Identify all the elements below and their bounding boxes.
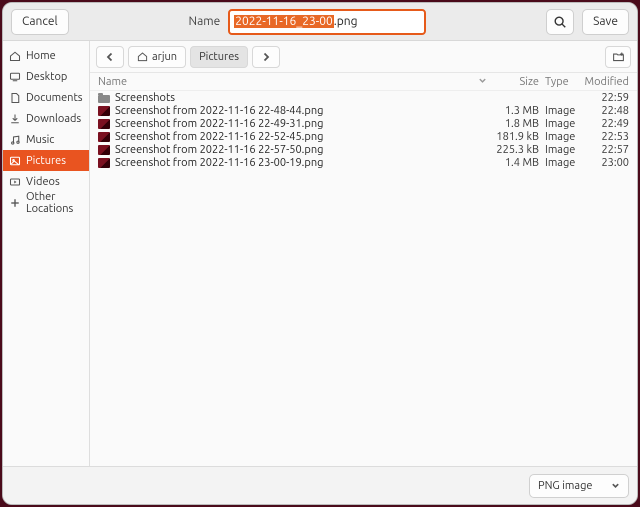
column-header-type[interactable]: Type	[539, 76, 581, 88]
save-dialog: Cancel Name 2022-11-16_23-00.png Save Ho…	[2, 2, 638, 505]
file-row[interactable]: Screenshot from 2022-11-16 22-57-50.png 2…	[90, 143, 637, 156]
file-type: Image	[539, 144, 581, 156]
content-pane: arjun Pictures Name	[90, 41, 637, 466]
file-modified: 23:00	[581, 157, 629, 169]
filetype-select[interactable]: PNG image	[529, 474, 629, 498]
file-size: 1.8 MB	[491, 118, 539, 130]
sidebar-item-label: Downloads	[26, 113, 81, 125]
file-name: Screenshot from 2022-11-16 22-52-45.png	[115, 131, 323, 143]
path-back-button[interactable]	[96, 46, 124, 68]
pictures-icon	[9, 155, 21, 167]
new-folder-button[interactable]	[605, 46, 631, 68]
sidebar-item-pictures[interactable]: Pictures	[3, 150, 89, 171]
sidebar: Home Desktop Documents Downloads Music P…	[3, 41, 90, 466]
sidebar-item-label: Home	[26, 50, 56, 62]
sidebar-item-documents[interactable]: Documents	[3, 87, 89, 108]
main-area: Home Desktop Documents Downloads Music P…	[3, 41, 637, 466]
chevron-down-icon	[611, 481, 620, 490]
image-file-icon	[98, 119, 110, 129]
sidebar-item-videos[interactable]: Videos	[3, 171, 89, 192]
column-header-name[interactable]: Name	[98, 76, 491, 88]
breadcrumb-label: Pictures	[199, 51, 239, 63]
search-icon	[553, 15, 567, 29]
column-header-size[interactable]: Size	[491, 76, 539, 88]
sidebar-item-music[interactable]: Music	[3, 129, 89, 150]
plus-icon	[9, 197, 21, 209]
file-modified: 22:48	[581, 105, 629, 117]
sidebar-item-other-locations[interactable]: Other Locations	[3, 192, 89, 213]
folder-row[interactable]: Screenshots 22:59	[90, 91, 637, 104]
file-modified: 22:53	[581, 131, 629, 143]
file-list[interactable]: Screenshots22:59Screenshot from 2022-11-…	[90, 91, 637, 466]
breadcrumb-label: arjun	[152, 51, 177, 63]
file-row[interactable]: Screenshot from 2022-11-16 22-49-31.png 1…	[90, 117, 637, 130]
search-button[interactable]	[546, 9, 574, 35]
filename-selected-text: 2022-11-16_23-00	[234, 15, 334, 28]
sidebar-item-home[interactable]: Home	[3, 45, 89, 66]
music-icon	[9, 134, 21, 146]
header-bar: Cancel Name 2022-11-16_23-00.png Save	[3, 3, 637, 41]
image-file-icon	[98, 132, 110, 142]
sidebar-item-downloads[interactable]: Downloads	[3, 108, 89, 129]
file-name: Screenshot from 2022-11-16 23-00-19.png	[115, 157, 323, 169]
file-name: Screenshot from 2022-11-16 22-57-50.png	[115, 144, 323, 156]
file-row[interactable]: Screenshot from 2022-11-16 22-52-45.png 1…	[90, 130, 637, 143]
file-type: Image	[539, 131, 581, 143]
documents-icon	[9, 92, 21, 104]
path-bar: arjun Pictures	[90, 41, 637, 73]
image-file-icon	[98, 106, 110, 116]
videos-icon	[9, 176, 21, 188]
home-icon	[137, 51, 148, 62]
chevron-down-icon	[478, 76, 487, 85]
file-row[interactable]: Screenshot from 2022-11-16 22-48-44.png 1…	[90, 104, 637, 117]
file-type: Image	[539, 157, 581, 169]
filename-extension: .png	[334, 15, 358, 28]
sidebar-item-label: Pictures	[26, 155, 66, 167]
file-name: Screenshot from 2022-11-16 22-49-31.png	[115, 118, 323, 130]
breadcrumb-home[interactable]: arjun	[128, 46, 186, 68]
sort-indicator	[478, 76, 487, 88]
home-icon	[9, 50, 21, 62]
filetype-label: PNG image	[538, 480, 592, 492]
desktop-icon	[9, 71, 21, 83]
file-size: 1.3 MB	[491, 105, 539, 117]
sidebar-item-label: Music	[26, 134, 54, 146]
file-size: 1.4 MB	[491, 157, 539, 169]
filename-input[interactable]: 2022-11-16_23-00.png	[228, 9, 426, 35]
file-modified: 22:49	[581, 118, 629, 130]
file-type: Image	[539, 118, 581, 130]
file-name: Screenshot from 2022-11-16 22-48-44.png	[115, 105, 323, 117]
sidebar-item-label: Videos	[26, 176, 60, 188]
file-size: 181.9 kB	[491, 131, 539, 143]
file-type: Image	[539, 105, 581, 117]
file-row[interactable]: Screenshot from 2022-11-16 23-00-19.png 1…	[90, 156, 637, 169]
image-file-icon	[98, 145, 110, 155]
chevron-left-icon	[105, 52, 115, 62]
cancel-button[interactable]: Cancel	[11, 9, 69, 35]
column-header-modified[interactable]: Modified	[581, 76, 629, 88]
file-name: Screenshots	[115, 92, 175, 104]
chevron-right-icon	[261, 52, 271, 62]
new-folder-icon	[612, 50, 625, 63]
folder-icon	[98, 95, 110, 103]
sidebar-item-label: Desktop	[26, 71, 67, 83]
image-file-icon	[98, 158, 110, 168]
sidebar-item-desktop[interactable]: Desktop	[3, 66, 89, 87]
file-modified: 22:57	[581, 144, 629, 156]
save-button[interactable]: Save	[582, 9, 629, 35]
breadcrumb-current[interactable]: Pictures	[190, 46, 248, 68]
sidebar-item-label: Documents	[26, 92, 83, 104]
path-forward-button[interactable]	[252, 46, 280, 68]
file-list-header: Name Size Type Modified	[90, 73, 637, 91]
sidebar-item-label: Other Locations	[26, 191, 83, 215]
name-label: Name	[189, 15, 221, 28]
file-modified: 22:59	[581, 92, 629, 104]
file-size: 225.3 kB	[491, 144, 539, 156]
downloads-icon	[9, 113, 21, 125]
footer-bar: PNG image	[3, 466, 637, 504]
